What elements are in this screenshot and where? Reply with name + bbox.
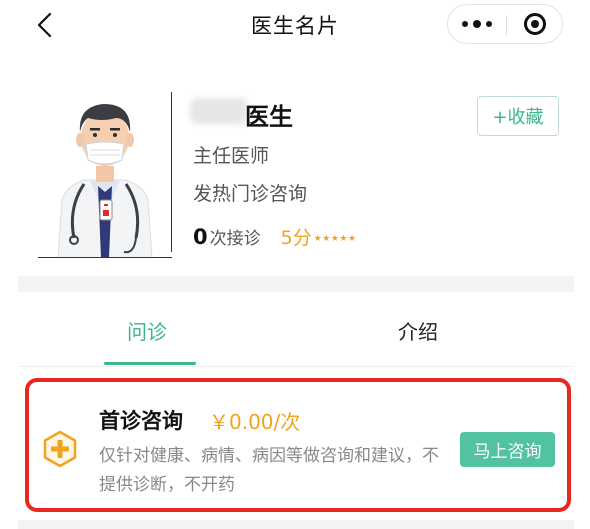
tab-bar-divider	[18, 366, 574, 367]
rating-stars-icon: ★★★★★	[313, 234, 357, 244]
close-icon[interactable]	[507, 5, 563, 43]
active-tab-indicator	[104, 362, 196, 365]
doctor-name: 医生	[245, 103, 293, 131]
rating-score: 5分	[280, 227, 312, 249]
tab-introduction[interactable]: 介绍	[398, 316, 438, 345]
bottom-divider	[18, 520, 574, 529]
more-icon[interactable]	[448, 5, 506, 43]
consult-count-label: 次接诊	[209, 229, 261, 249]
doctor-title: 主任医师	[193, 145, 270, 167]
favorite-button[interactable]: +收藏	[477, 96, 559, 136]
doctor-avatar	[38, 88, 172, 258]
tab-consultation[interactable]: 问诊	[127, 316, 167, 345]
first-consult-service-card: 首诊咨询 ￥0.00/次 仅针对健康、病情、病因等做咨询和建议，不提供诊断，不开…	[25, 378, 571, 512]
service-description: 仅针对健康、病情、病因等做咨询和建议，不提供诊断，不开药	[99, 446, 439, 495]
service-price: ￥0.00/次	[209, 410, 301, 434]
consult-now-button[interactable]: 马上咨询	[460, 432, 555, 467]
mini-program-capsule	[447, 4, 563, 44]
avatar-divider	[171, 92, 172, 252]
service-title: 首诊咨询	[99, 409, 183, 433]
medical-cross-icon	[41, 430, 79, 468]
doctor-name-redacted	[190, 98, 248, 124]
consult-count: 0	[193, 225, 208, 249]
doctor-stats: 0 次接诊 5分 ★★★★★	[193, 223, 357, 251]
doctor-department: 发热门诊咨询	[193, 183, 308, 205]
top-nav: 医生名片	[0, 0, 590, 52]
section-divider	[18, 276, 574, 292]
